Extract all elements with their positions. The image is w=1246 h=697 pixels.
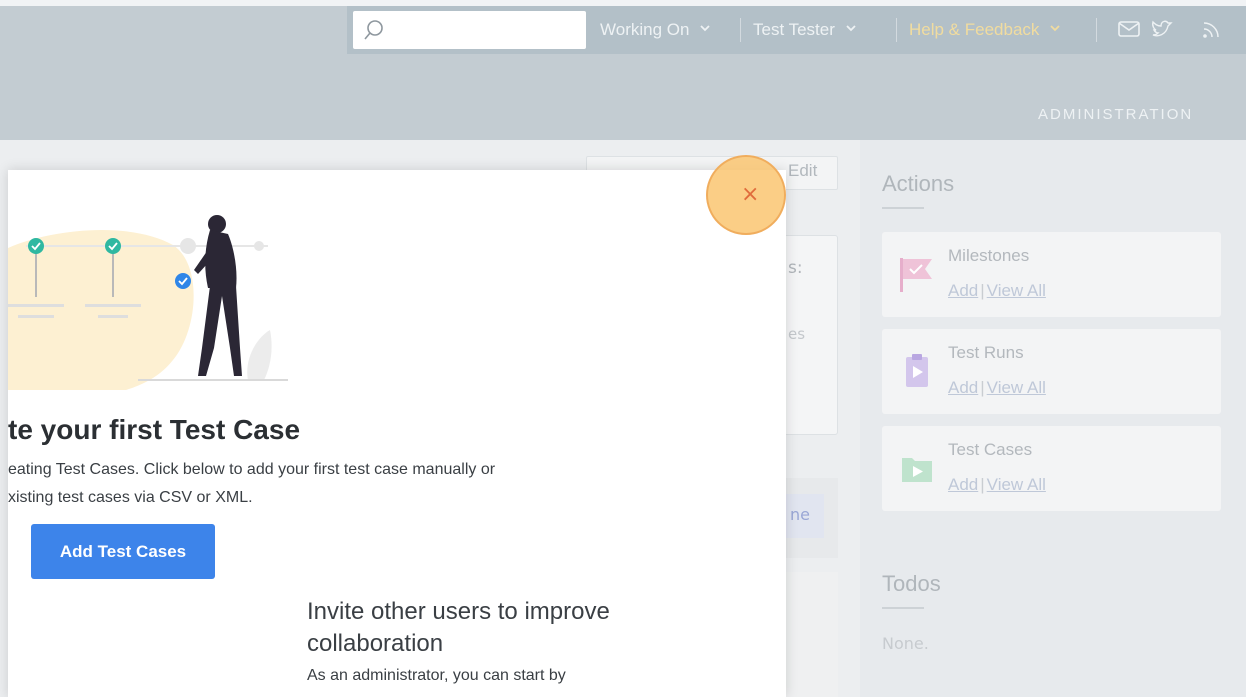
administration-link[interactable]: ADMINISTRATION [1038, 106, 1193, 123]
modal-description-line: eating Test Cases. Click below to add yo… [8, 461, 496, 478]
heading-underline [882, 607, 924, 609]
action-title: Test Runs [948, 343, 1024, 362]
action-links: Add | View All [948, 378, 1046, 397]
modal-description-line: xisting test cases via CSV or XML. [8, 489, 253, 506]
modal-description: eating Test Cases. Click below to add yo… [8, 456, 658, 512]
nav-user-label: Test Tester [753, 20, 835, 39]
actions-heading: Actions [882, 171, 955, 196]
modal-title: te your first Test Case [8, 414, 301, 445]
nav-user-menu[interactable]: Test Tester [753, 16, 856, 44]
add-milestone-link[interactable]: Add [948, 281, 978, 300]
nav-separator [896, 18, 897, 42]
search-icon [364, 20, 383, 40]
twitter-icon[interactable] [1150, 18, 1174, 40]
edit-button-label: Edit [788, 161, 818, 180]
todos-empty-text: None. [882, 634, 929, 653]
view-all-test-runs-link[interactable]: View All [987, 378, 1046, 397]
add-test-cases-button[interactable]: Add Test Cases [31, 524, 215, 579]
add-test-case-link[interactable]: Add [948, 475, 978, 494]
view-all-milestones-link[interactable]: View All [987, 281, 1046, 300]
add-test-run-link[interactable]: Add [948, 378, 978, 397]
chevron-down-icon [700, 25, 710, 32]
action-card-milestones: Milestones Add | View All [882, 232, 1221, 317]
panel-link-fragment: ne [790, 505, 810, 524]
card-text-fragment: s: [788, 258, 803, 278]
card-text-fragment: es [788, 325, 806, 343]
nav-help-feedback[interactable]: Help & Feedback [909, 16, 1060, 44]
action-card-test-cases: Test Cases Add | View All [882, 426, 1221, 511]
sidebar [860, 140, 1246, 697]
action-card-test-runs: Test Runs Add | View All [882, 329, 1221, 414]
action-title: Milestones [948, 246, 1030, 265]
nav-working-on[interactable]: Working On [600, 16, 710, 44]
chevron-down-icon [1050, 25, 1060, 32]
nav-help-label: Help & Feedback [909, 20, 1040, 39]
flag-icon [900, 258, 932, 292]
nav-working-on-label: Working On [600, 20, 690, 39]
todos-heading: Todos [882, 571, 941, 596]
chevron-down-icon [845, 25, 856, 32]
onboarding-illustration [8, 215, 288, 390]
mail-icon[interactable] [1117, 18, 1141, 40]
folder-play-icon [902, 458, 932, 482]
invite-users-description: As an administrator, you can start by [307, 667, 566, 684]
rss-icon[interactable] [1200, 18, 1224, 40]
view-all-test-cases-link[interactable]: View All [987, 475, 1046, 494]
search-input[interactable] [353, 11, 586, 49]
action-links: Add | View All [948, 281, 1046, 300]
nav-separator [1096, 18, 1097, 42]
invite-users-heading: Invite other users to improve collaborat… [307, 598, 610, 657]
close-icon: × [741, 182, 760, 207]
action-links: Add | View All [948, 475, 1046, 494]
clipboard-play-icon [906, 354, 928, 387]
action-title: Test Cases [948, 440, 1033, 459]
heading-underline [882, 207, 924, 209]
onboarding-modal: te your first Test Case eating Test Case… [8, 170, 786, 697]
nav-separator [740, 18, 741, 42]
